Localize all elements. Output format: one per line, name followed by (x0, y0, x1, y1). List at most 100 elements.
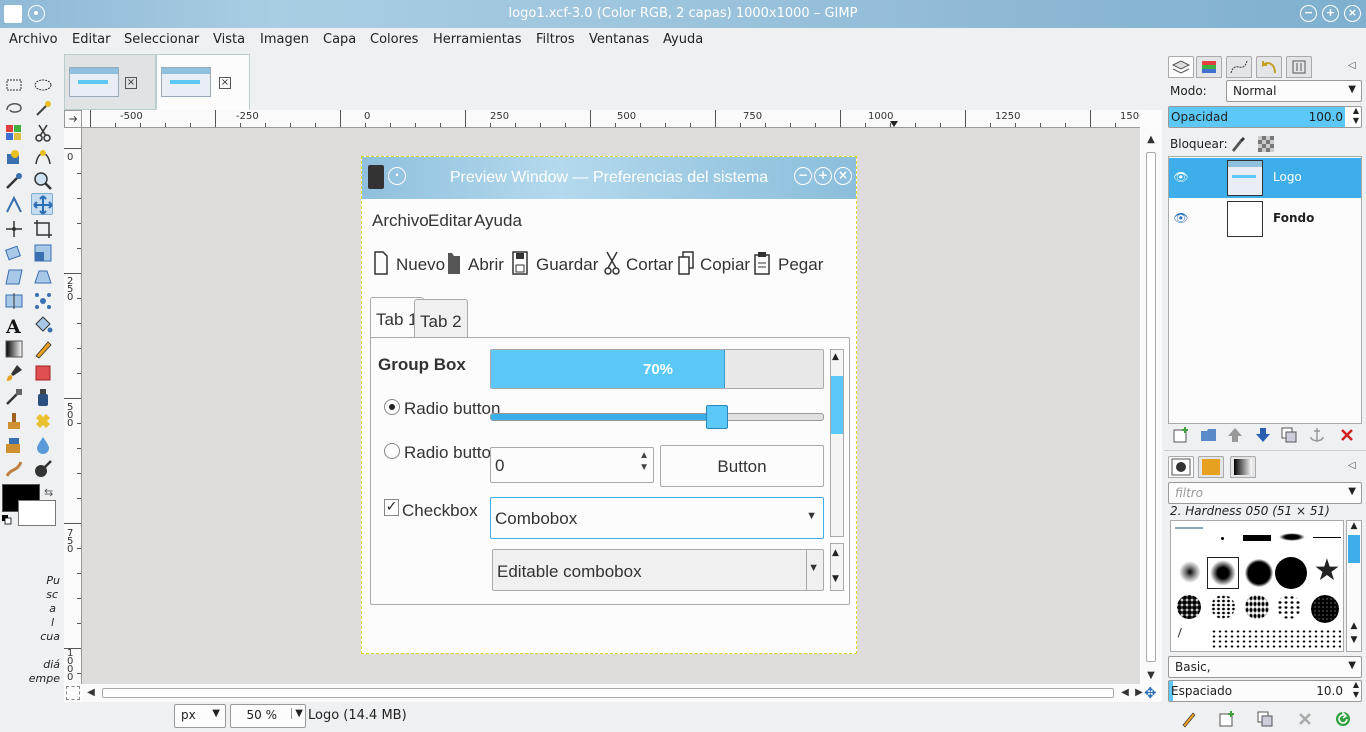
chevron-up-icon[interactable]: ▲ (1347, 621, 1361, 631)
anchor-layer-icon[interactable] (1308, 426, 1326, 444)
spin-arrows-icon[interactable]: ▲ ▼ (1353, 681, 1359, 700)
flip-icon[interactable] (3, 290, 25, 312)
brush-item[interactable] (1221, 537, 1224, 540)
menu-filtros[interactable]: Filtros (536, 32, 575, 47)
swap-colors-icon[interactable]: ⇆ (44, 486, 56, 499)
brush-item[interactable] (1275, 557, 1307, 589)
brush-scrollbar[interactable]: ▲ ▲ ▼ (1346, 520, 1362, 652)
text-icon[interactable]: A (3, 314, 25, 338)
gradients-tab-icon[interactable] (1230, 456, 1256, 478)
background-color[interactable] (18, 500, 56, 526)
patterns-tab-icon[interactable] (1198, 456, 1224, 478)
lasso-icon[interactable] (3, 98, 25, 120)
undo-history-tab-icon[interactable] (1256, 56, 1282, 78)
canvas-viewport[interactable]: · Preview Window — Preferencias del sist… (82, 128, 1140, 684)
menu-seleccionar[interactable]: Seleccionar (124, 32, 199, 47)
edit-brush-icon[interactable] (1180, 710, 1198, 728)
perspective-clone-icon[interactable] (3, 434, 25, 456)
pencil-icon[interactable] (32, 338, 54, 360)
smudge-icon[interactable] (3, 458, 25, 480)
brush-item[interactable] (1179, 561, 1201, 583)
rotate-icon[interactable] (3, 242, 25, 264)
foreground-select-icon[interactable] (3, 146, 25, 168)
select-by-color-icon[interactable] (3, 122, 25, 144)
ellipse-select-icon[interactable] (32, 74, 54, 96)
ruler-corner[interactable] (64, 110, 82, 128)
menu-vista[interactable]: Vista (213, 32, 245, 47)
horizontal-ruler[interactable]: -500 -250 0 250 500 750 1000 1250 1500 (82, 110, 1140, 128)
image-canvas[interactable]: · Preview Window — Preferencias del sist… (361, 156, 857, 654)
chevron-down-icon[interactable]: ▼ (1144, 670, 1158, 681)
visibility-eye-icon[interactable]: 👁 (1173, 170, 1189, 186)
brush-item[interactable] (1313, 537, 1341, 538)
scissors-icon[interactable] (32, 122, 54, 144)
brush-scroll-thumb[interactable] (1348, 535, 1360, 563)
paintbrush-icon[interactable] (3, 362, 25, 384)
menu-capa[interactable]: Capa (323, 32, 356, 47)
rect-select-icon[interactable] (3, 74, 25, 96)
cage-transform-icon[interactable] (32, 290, 54, 312)
brush-item[interactable] (1245, 559, 1273, 587)
measure-icon[interactable] (3, 194, 25, 216)
lock-pixels-icon[interactable] (1230, 136, 1246, 152)
close-icon[interactable]: × (1344, 5, 1361, 22)
canvas-horizontal-scrollbar[interactable]: ◀ ◀ ▶ (82, 684, 1143, 702)
menu-imagen[interactable]: Imagen (260, 32, 309, 47)
gradient-icon[interactable] (3, 338, 25, 360)
align-icon[interactable] (3, 218, 25, 240)
menu-ventanas[interactable]: Ventanas (589, 32, 649, 47)
brush-item[interactable] (1279, 533, 1305, 541)
brush-item[interactable] (1311, 595, 1339, 623)
brush-grid[interactable]: ★ (1170, 520, 1344, 652)
paths-icon[interactable] (32, 146, 54, 168)
reset-colors-icon[interactable] (2, 514, 12, 525)
device-status-tab-icon[interactable] (1286, 56, 1312, 78)
visibility-eye-icon[interactable]: 👁 (1173, 211, 1189, 227)
spin-arrows-icon[interactable]: ▲ ▼ (1353, 107, 1359, 126)
unit-select[interactable]: px ▼ (174, 704, 226, 728)
zoom-select[interactable]: 50 % ▼ (230, 704, 306, 728)
chevron-left-icon[interactable]: ◀ (1118, 687, 1132, 698)
layer-row-logo[interactable]: 👁 Logo (1169, 158, 1361, 198)
chevron-up-icon[interactable]: ▲ (1347, 521, 1361, 531)
brushes-tab-icon[interactable] (1168, 456, 1194, 478)
new-layer-icon[interactable] (1172, 426, 1190, 444)
brush-item[interactable] (1245, 595, 1269, 619)
eraser-icon[interactable] (32, 362, 54, 384)
perspective-icon[interactable] (32, 266, 54, 288)
new-layer-group-icon[interactable] (1200, 426, 1218, 444)
menu-editar[interactable]: Editar (72, 32, 111, 47)
close-tab-icon[interactable]: × (219, 77, 231, 89)
ink-icon[interactable] (32, 386, 54, 408)
fuzzy-select-icon[interactable] (32, 98, 54, 120)
delete-layer-icon[interactable] (1338, 426, 1356, 444)
crop-icon[interactable] (32, 218, 54, 240)
opacity-spinner[interactable]: Opacidad 100.0 ▲ ▼ (1168, 106, 1362, 128)
shear-icon[interactable] (3, 266, 25, 288)
raise-layer-icon[interactable] (1226, 426, 1244, 444)
brush-selected[interactable] (1207, 557, 1239, 589)
brush-filter-input[interactable]: filtro ▼ (1168, 482, 1362, 504)
zoom-icon[interactable] (32, 170, 54, 192)
image-tab-2[interactable]: × (156, 54, 250, 110)
channels-tab-icon[interactable] (1196, 56, 1222, 78)
brush-item[interactable] (1177, 627, 1189, 641)
dock-menu-icon[interactable]: ◁ (1348, 60, 1356, 71)
vertical-ruler[interactable]: 0 2 5 0 5 0 0 7 5 0 1 0 0 0 (64, 128, 82, 684)
blur-icon[interactable] (32, 434, 54, 456)
brush-item[interactable] (1243, 535, 1271, 541)
paths-tab-icon[interactable] (1226, 56, 1252, 78)
image-tab-1[interactable]: × (64, 54, 156, 110)
brush-item[interactable] (1277, 595, 1301, 619)
layers-tab-icon[interactable] (1168, 56, 1194, 78)
close-tab-icon[interactable]: × (125, 77, 137, 89)
spacing-spinner[interactable]: Espaciado 10.0 ▲ ▼ (1168, 680, 1362, 702)
color-picker-icon[interactable] (3, 170, 25, 192)
chevron-up-icon[interactable]: ▲ (1144, 134, 1158, 145)
chevron-down-icon[interactable]: ▼ (1347, 635, 1361, 645)
canvas-vertical-scrollbar[interactable]: ▲ ▼ (1142, 128, 1160, 684)
duplicate-brush-icon[interactable] (1256, 710, 1274, 728)
quick-mask-icon[interactable] (66, 686, 80, 700)
menu-archivo[interactable]: Archivo (9, 32, 58, 47)
brush-item[interactable]: ★ (1311, 555, 1343, 587)
